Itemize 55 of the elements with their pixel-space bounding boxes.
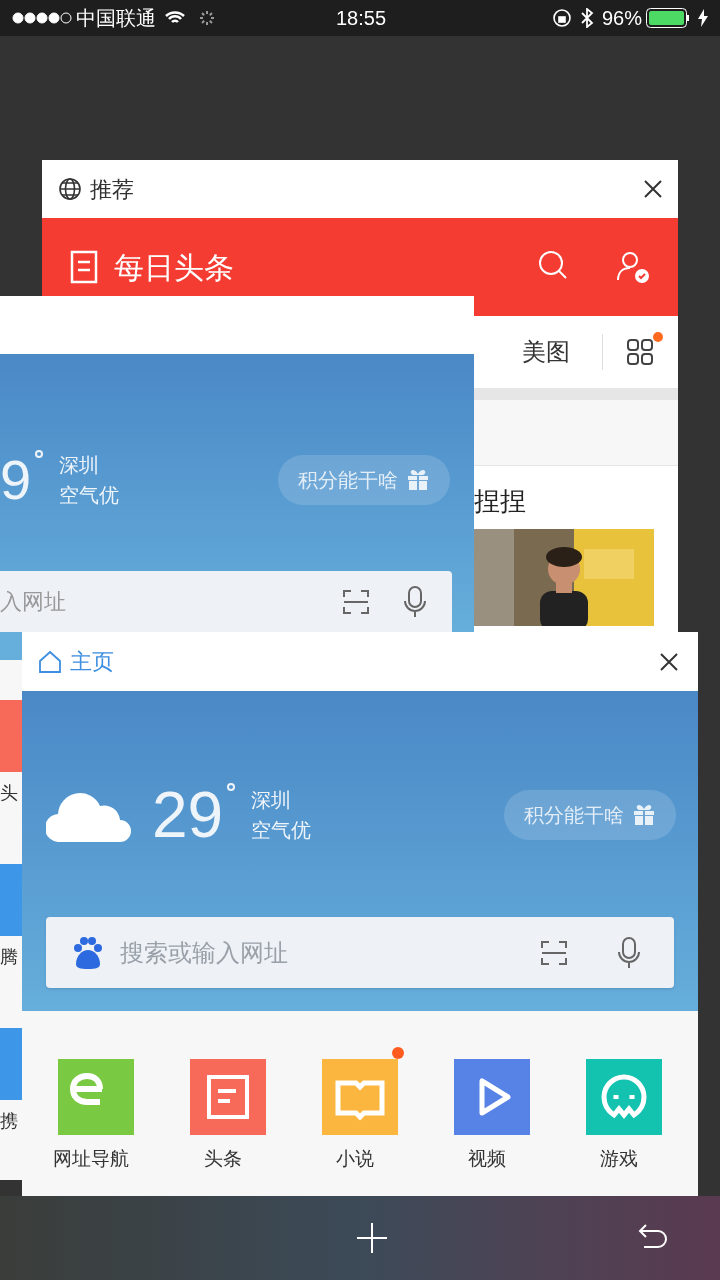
clock-time: 18:55	[336, 6, 387, 31]
battery-percentage: 96%	[601, 6, 642, 31]
user-icon[interactable]	[616, 250, 650, 284]
search-field[interactable]: 入网址	[0, 585, 310, 618]
app-label[interactable]: 携	[0, 1108, 22, 1135]
city-name: 深圳	[251, 788, 293, 813]
app-label[interactable]: 小说	[336, 1145, 374, 1174]
loading-icon	[198, 9, 216, 27]
article-headline[interactable]: 捏捏	[474, 466, 678, 529]
microphone-icon[interactable]	[402, 584, 428, 619]
city-name: 深圳	[59, 453, 101, 478]
charging-icon	[698, 9, 708, 27]
search-icon[interactable]	[538, 250, 568, 280]
add-icon[interactable]	[356, 1222, 388, 1254]
degree-icon	[227, 783, 236, 791]
app-label[interactable]: 游戏	[600, 1145, 638, 1174]
tab-card[interactable]: 主页 29 深圳 空气优 积分能干啥 搜索或输入网址 网址导航 头条 小说 视频 游戏	[22, 632, 698, 1196]
app-label[interactable]: 头	[0, 780, 22, 807]
tab-title: 推荐	[90, 175, 134, 204]
search-bar[interactable]: 搜索或输入网址	[46, 917, 674, 988]
close-icon[interactable]	[644, 180, 662, 198]
temperature: 9	[0, 452, 32, 508]
globe-icon	[58, 177, 82, 201]
air-quality: 空气优	[251, 818, 312, 843]
signal-icon	[12, 12, 72, 24]
tab-title: 主页	[70, 648, 114, 676]
air-quality: 空气优	[59, 483, 120, 508]
channel-tab[interactable]: 美图	[522, 334, 570, 370]
home-icon	[38, 649, 62, 674]
rotation-lock-icon	[551, 8, 572, 28]
app-label[interactable]: 网址导航	[53, 1145, 129, 1174]
scan-icon[interactable]	[342, 588, 370, 615]
app-label[interactable]: 腾	[0, 944, 22, 971]
microphone-icon[interactable]	[616, 935, 642, 970]
app-icon[interactable]	[58, 1059, 134, 1135]
app-title: 每日头条	[114, 250, 234, 286]
battery-icon	[646, 8, 690, 28]
app-label[interactable]: 头条	[204, 1145, 242, 1174]
grid-icon[interactable]	[627, 339, 653, 365]
search-field[interactable]: 搜索或输入网址	[120, 934, 524, 971]
app-label[interactable]: 视频	[468, 1145, 506, 1174]
gift-icon	[632, 803, 656, 827]
gift-icon	[406, 468, 430, 492]
app-icon[interactable]	[586, 1059, 662, 1135]
tab-title-bar[interactable]: 推荐	[42, 160, 678, 218]
app-icon[interactable]	[190, 1059, 266, 1135]
app-icon[interactable]	[454, 1059, 530, 1135]
bluetooth-icon	[579, 8, 594, 28]
newspaper-icon	[70, 250, 98, 284]
close-icon[interactable]	[660, 652, 678, 671]
scan-icon[interactable]	[540, 939, 568, 966]
carrier-name: 中国联通	[76, 6, 156, 31]
temperature: 29	[152, 783, 224, 847]
degree-icon	[35, 450, 44, 458]
search-bar[interactable]: 入网址	[0, 571, 452, 632]
